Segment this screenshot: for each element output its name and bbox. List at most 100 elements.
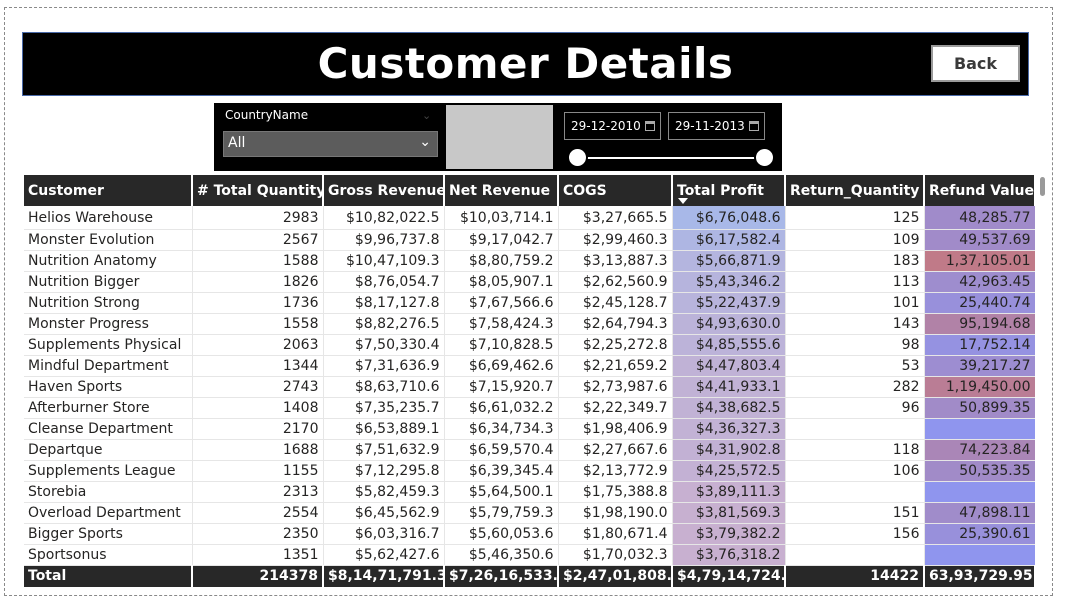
return-quantity-cell: 53 (785, 355, 925, 377)
table-row[interactable]: Departque 1688 $7,51,632.9 $6,59,570.4 $2,27… (24, 439, 1035, 461)
gross-revenue-cell: $8,63,710.6 (323, 376, 445, 398)
quantity-cell: 2983 (192, 206, 324, 230)
table-row[interactable]: Haven Sports 2743 $8,63,710.6 $7,15,920.7 $2… (24, 376, 1035, 398)
col-header-gross-revenue[interactable]: Gross Revenue (323, 175, 445, 206)
return-quantity-cell: 96 (785, 397, 925, 419)
calendar-icon[interactable] (749, 121, 759, 131)
cogs-cell: $2,21,659.2 (558, 355, 673, 377)
refund-value-cell: 39,217.27 (924, 355, 1035, 377)
date-range-end-handle[interactable] (754, 147, 775, 168)
return-quantity-cell: 118 (785, 439, 925, 461)
customer-cell: Helios Warehouse (24, 206, 193, 230)
return-quantity-cell: 113 (785, 271, 925, 293)
table-row[interactable]: Nutrition Anatomy 1588 $10,47,109.3 $8,80,7… (24, 250, 1035, 272)
table-row[interactable]: Sportsonus 1351 $5,62,427.6 $5,46,350.6 $1,7… (24, 544, 1035, 566)
gross-revenue-cell: $10,47,109.3 (323, 250, 445, 272)
total-profit-cell: $4,41,933.1 (672, 376, 786, 398)
table-row[interactable]: Monster Progress 1558 $8,82,276.5 $7,58,424… (24, 313, 1035, 335)
gross-revenue-cell: $10,82,022.5 (323, 206, 445, 230)
table-row[interactable]: Nutrition Strong 1736 $8,17,127.8 $7,67,566… (24, 292, 1035, 314)
refund-value-cell (924, 418, 1035, 440)
table-row[interactable]: Monster Evolution 2567 $9,96,737.8 $9,17,04… (24, 229, 1035, 251)
calendar-icon[interactable] (645, 121, 655, 131)
table-row[interactable]: Supplements Physical 2063 $7,50,330.4 $7,10… (24, 334, 1035, 356)
refund-value-cell (924, 481, 1035, 503)
refund-value-cell: 50,899.35 (924, 397, 1035, 419)
col-header-cogs[interactable]: COGS (558, 175, 673, 206)
cogs-cell: $1,70,032.3 (558, 544, 673, 566)
start-date-input[interactable]: 29-12-2010 (564, 112, 661, 140)
end-date-input[interactable]: 29-11-2013 (668, 112, 765, 140)
table-row[interactable]: Supplements League 1155 $7,12,295.8 $6,39,3… (24, 460, 1035, 482)
return-quantity-cell: 282 (785, 376, 925, 398)
title-banner: Customer Details Back (22, 32, 1029, 96)
return-quantity-cell: 101 (785, 292, 925, 314)
return-quantity-cell: 125 (785, 206, 925, 230)
col-header-return-quantity[interactable]: Return_Quantity (785, 175, 925, 206)
customer-cell: Bigger Sports (24, 523, 193, 545)
cogs-cell: $3,13,887.3 (558, 250, 673, 272)
total-row: Total 214378 $8,14,71,791.3 $7,26,16,533… (24, 565, 1035, 587)
table-row[interactable]: Storebia 2313 $5,82,459.3 $5,64,500.1 $1,75,… (24, 481, 1035, 503)
cogs-cell: $2,27,667.6 (558, 439, 673, 461)
chevron-down-icon: ⌄ (422, 109, 432, 122)
gross-revenue-cell: $8,76,054.7 (323, 271, 445, 293)
customer-cell: Monster Progress (24, 313, 193, 335)
net-revenue-cell: $5,60,053.6 (444, 523, 559, 545)
gross-revenue-cell: $7,51,632.9 (323, 439, 445, 461)
customer-cell: Overload Department (24, 502, 193, 524)
table-row[interactable]: Afterburner Store 1408 $7,35,235.7 $6,61,03… (24, 397, 1035, 419)
col-header-refund-value[interactable]: Refund Value (924, 175, 1035, 206)
cogs-cell: $1,75,388.8 (558, 481, 673, 503)
customer-cell: Supplements League (24, 460, 193, 482)
table-row[interactable]: Nutrition Bigger 1826 $8,76,054.7 $8,05,907… (24, 271, 1035, 293)
refund-value-cell: 25,390.61 (924, 523, 1035, 545)
refund-value-cell: 17,752.14 (924, 334, 1035, 356)
col-header-customer[interactable]: Customer (24, 175, 193, 206)
customer-cell: Supplements Physical (24, 334, 193, 356)
date-range-slider-track[interactable] (578, 157, 764, 159)
filter-placeholder (446, 105, 553, 169)
refund-value-cell: 95,194.68 (924, 313, 1035, 335)
quantity-cell: 1688 (192, 439, 324, 461)
total-label: Total (24, 565, 193, 587)
cogs-cell: $2,62,560.9 (558, 271, 673, 293)
net-revenue-cell: $10,03,714.1 (444, 206, 559, 230)
quantity-cell: 2063 (192, 334, 324, 356)
net-revenue-cell: $5,64,500.1 (444, 481, 559, 503)
table-row[interactable]: Overload Department 2554 $6,45,562.9 $5,79,… (24, 502, 1035, 524)
quantity-cell: 1736 (192, 292, 324, 314)
gross-revenue-cell: $8,82,276.5 (323, 313, 445, 335)
cogs-cell: $2,99,460.3 (558, 229, 673, 251)
gross-revenue-cell: $7,12,295.8 (323, 460, 445, 482)
refund-value-cell: 1,37,105.01 (924, 250, 1035, 272)
table-row[interactable]: Cleanse Department 2170 $6,53,889.1 $6,34,7… (24, 418, 1035, 440)
quantity-cell: 2350 (192, 523, 324, 545)
table-row[interactable]: Helios Warehouse 2983 $10,82,022.5 $10,03,7… (24, 206, 1035, 230)
col-header-net-revenue[interactable]: Net Revenue (444, 175, 559, 206)
back-button[interactable]: Back (931, 45, 1020, 82)
refund-value-cell: 50,535.35 (924, 460, 1035, 482)
total-profit-cell: $4,31,902.8 (672, 439, 786, 461)
return-quantity-cell: 109 (785, 229, 925, 251)
quantity-cell: 1588 (192, 250, 324, 272)
col-header-total-quantity[interactable]: # Total Quantity (192, 175, 324, 206)
customer-cell: Afterburner Store (24, 397, 193, 419)
quantity-cell: 2554 (192, 502, 324, 524)
date-range-start-handle[interactable] (567, 147, 588, 168)
return-quantity-cell: 143 (785, 313, 925, 335)
total-profit-cell: $5,66,871.9 (672, 250, 786, 272)
table-row[interactable]: Bigger Sports 2350 $6,03,316.7 $5,60,053.6 $… (24, 523, 1035, 545)
country-dropdown[interactable]: All ⌄ (223, 131, 438, 157)
quantity-cell: 1155 (192, 460, 324, 482)
customer-cell: Sportsonus (24, 544, 193, 566)
country-filter-label: CountryName (225, 108, 309, 122)
gross-revenue-cell: $7,50,330.4 (323, 334, 445, 356)
col-header-total-profit[interactable]: Total Profit (672, 175, 786, 206)
total-net-revenue: $7,26,16,533.4 (444, 565, 559, 587)
total-profit-cell: $6,17,582.4 (672, 229, 786, 251)
table-header-row: Customer # Total Quantity Gross Revenue … (24, 175, 1035, 206)
table-row[interactable]: Mindful Department 1344 $7,31,636.9 $6,69,4… (24, 355, 1035, 377)
refund-value-cell: 1,19,450.00 (924, 376, 1035, 398)
table-scrollbar[interactable] (1040, 177, 1045, 196)
